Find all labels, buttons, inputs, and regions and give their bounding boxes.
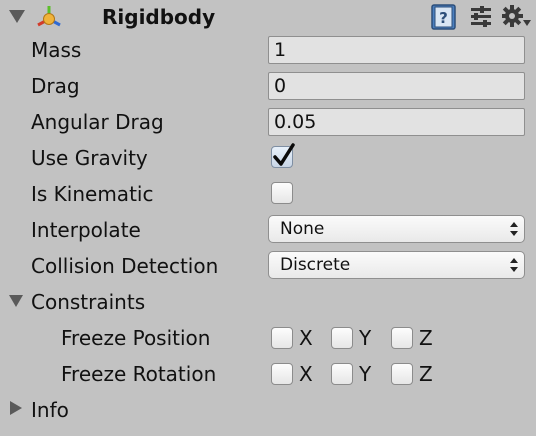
is-kinematic-label: Is Kinematic (31, 182, 154, 206)
freeze-position-x-checkbox[interactable] (271, 327, 293, 349)
collision-detection-dropdown[interactable]: Discrete (268, 251, 525, 279)
help-book-icon[interactable]: ? (431, 4, 457, 30)
component-header[interactable]: Rigidbody ? (0, 0, 536, 34)
collision-detection-selected: Discrete (280, 255, 351, 275)
info-label[interactable]: Info (31, 397, 69, 423)
freeze-position-z-checkbox[interactable] (391, 327, 413, 349)
mass-label: Mass (31, 38, 82, 62)
interpolate-dropdown[interactable]: None (268, 215, 525, 243)
freeze-position-y-checkbox[interactable] (331, 327, 353, 349)
interpolate-label: Interpolate (31, 218, 141, 242)
svg-text:?: ? (439, 9, 448, 27)
constraints-label[interactable]: Constraints (31, 289, 145, 315)
mass-field[interactable]: 1 (268, 36, 525, 64)
drag-label: Drag (31, 74, 80, 98)
rigidbody-icon (37, 6, 61, 27)
freeze-position-y-label: Y (359, 326, 372, 350)
freeze-rotation-label: Freeze Rotation (61, 362, 217, 386)
drag-field[interactable]: 0 (268, 72, 525, 100)
freeze-rotation-y-checkbox[interactable] (331, 363, 353, 385)
dropdown-arrows-icon (510, 258, 518, 272)
freeze-position-z-label: Z (419, 326, 433, 350)
interpolate-selected: None (280, 219, 325, 239)
dropdown-arrows-icon (510, 222, 518, 236)
angular-drag-field[interactable]: 0.05 (268, 108, 525, 136)
is-kinematic-checkbox[interactable] (271, 182, 293, 204)
use-gravity-checkbox[interactable] (271, 143, 295, 168)
settings-gear-icon[interactable] (502, 5, 532, 29)
freeze-rotation-x-label: X (299, 362, 313, 386)
freeze-position-label: Freeze Position (61, 326, 211, 350)
info-foldout-collapsed-icon[interactable] (10, 401, 23, 416)
use-gravity-label: Use Gravity (31, 146, 148, 170)
freeze-rotation-y-label: Y (359, 362, 372, 386)
freeze-rotation-z-checkbox[interactable] (391, 363, 413, 385)
foldout-expanded-icon[interactable] (9, 10, 25, 24)
freeze-rotation-x-checkbox[interactable] (271, 363, 293, 385)
freeze-position-x-label: X (299, 326, 313, 350)
preset-sliders-icon[interactable] (469, 5, 493, 29)
constraints-foldout-expanded-icon[interactable] (9, 295, 23, 308)
angular-drag-label: Angular Drag (31, 110, 164, 134)
component-title: Rigidbody (102, 5, 216, 29)
collision-detection-label: Collision Detection (31, 254, 219, 278)
freeze-rotation-z-label: Z (419, 362, 433, 386)
checkmark-icon (273, 143, 295, 166)
